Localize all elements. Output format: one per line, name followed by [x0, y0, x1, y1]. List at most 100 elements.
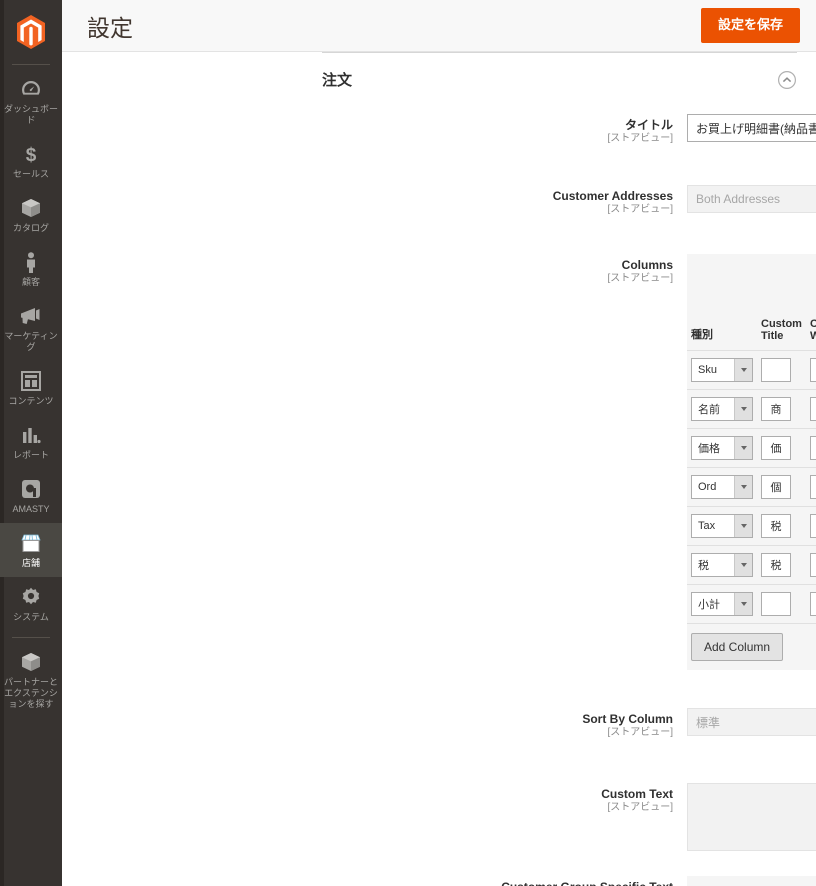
- sidebar-item-dashboard[interactable]: ダッシュボード: [0, 69, 62, 134]
- megaphone-icon: [19, 305, 43, 327]
- row-custom-width-input[interactable]: [809, 514, 816, 538]
- sidebar-item-marketing[interactable]: マーケティング: [0, 296, 62, 361]
- sidebar-item-label: セールス: [12, 169, 49, 179]
- field-label-custom-text: Custom Text [ストアビュー]: [322, 783, 687, 814]
- cell-type: Sku: [687, 350, 757, 390]
- row-custom-title-input[interactable]: [761, 436, 791, 460]
- row-type-select[interactable]: Sku: [691, 358, 753, 382]
- table-row: Ord Aut: [687, 467, 816, 507]
- chevron-down-icon[interactable]: [734, 554, 752, 576]
- field-row-custom-text: Custom Text [ストアビュー] ? ウェブサ: [322, 783, 816, 854]
- box-icon: [20, 197, 42, 219]
- field-label-customer-group-specific-text: Customer Group Specific Text [ストアビュー]: [322, 876, 687, 886]
- sidebar-item-stores[interactable]: 店舗: [0, 523, 62, 577]
- cell-custom-title: [757, 350, 806, 390]
- select-value: 税: [698, 560, 709, 572]
- row-type-select[interactable]: 価格: [691, 436, 753, 460]
- sidebar-item-label: 店舗: [21, 558, 40, 568]
- row-custom-title-input[interactable]: [761, 553, 791, 577]
- add-column-button[interactable]: Add Column: [691, 633, 784, 661]
- chevron-down-icon[interactable]: [734, 437, 752, 459]
- row-custom-width-input[interactable]: [809, 358, 816, 382]
- sidebar-item-find-partners[interactable]: パートナーとエクステンションを探す: [0, 642, 62, 718]
- page-title: 設定: [87, 14, 133, 41]
- table-row: 価格 Aut: [687, 428, 816, 468]
- chevron-down-icon[interactable]: [734, 593, 752, 615]
- page-header: 設定 設定を保存: [62, 0, 816, 52]
- chevron-down-icon[interactable]: [734, 476, 752, 498]
- sidebar-item-label: パートナーとエクステンションを探す: [3, 677, 58, 709]
- table-row: Tax Aut: [687, 506, 816, 546]
- sidebar-item-reports[interactable]: レポート: [0, 415, 62, 469]
- columns-table-footer-row: Add Column: [687, 623, 816, 670]
- row-custom-title-input[interactable]: [761, 514, 791, 538]
- customer-group-table: グループ コンテンツ アクション: [687, 876, 816, 886]
- main-area: 設定 設定を保存 注文 タイトル [ストアビュー] お買上げ明細書(納品書) C…: [62, 0, 816, 886]
- label-scope: [ストアビュー]: [607, 133, 673, 144]
- row-type-select[interactable]: Tax: [691, 514, 753, 538]
- sidebar-divider-top: [12, 64, 50, 65]
- row-custom-width-input[interactable]: [809, 397, 816, 421]
- custom-text-textarea[interactable]: [687, 783, 816, 851]
- row-custom-title-input[interactable]: [761, 475, 791, 499]
- label-text: Customer Addresses: [552, 189, 673, 203]
- field-row-columns: Columns [ストアビュー] 種別 Custom Title Custom …: [322, 254, 816, 670]
- select-value: Ord: [698, 481, 717, 493]
- label-text: Customer Group Specific Text: [322, 880, 673, 886]
- row-custom-width-input[interactable]: [809, 592, 816, 616]
- table-row: 名前 Left: [687, 389, 816, 429]
- chevron-up-circle-icon[interactable]: [777, 70, 797, 90]
- row-type-select[interactable]: 税: [691, 553, 753, 577]
- row-custom-width-input[interactable]: [809, 436, 816, 460]
- section-title: 注文: [322, 72, 353, 89]
- row-type-select[interactable]: 名前: [691, 397, 753, 421]
- cell-type: 税: [687, 545, 757, 585]
- sidebar-item-amasty[interactable]: AMASTY: [0, 469, 62, 523]
- cell-custom-title: [757, 584, 806, 624]
- chevron-down-icon[interactable]: [734, 515, 752, 537]
- sidebar-item-system[interactable]: システム: [0, 577, 62, 631]
- cell-custom-title: [757, 506, 806, 546]
- row-custom-width-input[interactable]: [809, 553, 816, 577]
- sidebar-item-catalog[interactable]: カタログ: [0, 188, 62, 242]
- row-type-select[interactable]: Ord: [691, 475, 753, 499]
- order-section: 注文 タイトル [ストアビュー] お買上げ明細書(納品書) Customer A…: [322, 52, 816, 886]
- sidebar-item-content[interactable]: コンテンツ: [0, 361, 62, 415]
- customer-addresses-select[interactable]: Both Addresses: [687, 185, 816, 213]
- col-header-custom-width: Custom Width: [805, 254, 816, 351]
- select-value: 小計: [698, 599, 720, 611]
- row-custom-title-input[interactable]: [761, 397, 791, 421]
- dashboard-icon: [21, 78, 41, 100]
- sidebar-item-customers[interactable]: 顧客: [0, 242, 62, 296]
- chevron-down-icon[interactable]: [734, 359, 752, 381]
- field-label-customer-addresses: Customer Addresses [ストアビュー]: [322, 185, 687, 216]
- sidebar-item-sales[interactable]: $ セールス: [0, 134, 62, 188]
- magento-logo[interactable]: [0, 0, 62, 58]
- row-custom-title-input[interactable]: [761, 592, 791, 616]
- row-type-select[interactable]: 小計: [691, 592, 753, 616]
- save-config-button[interactable]: 設定を保存: [700, 8, 800, 43]
- section-header[interactable]: 注文: [322, 53, 797, 102]
- title-input[interactable]: [687, 114, 816, 142]
- field-control-title: [687, 114, 816, 142]
- field-label-columns: Columns [ストアビュー]: [322, 254, 687, 285]
- main-sidebar: ダッシュボード $ セールス カタログ 顧客 マーケティング コンテンツ レポー…: [0, 0, 62, 886]
- label-text: Custom Text: [601, 787, 673, 801]
- sort-by-column-select[interactable]: 標準: [687, 708, 816, 736]
- field-control-customer-group-specific-text: グループ コンテンツ アクション: [687, 876, 816, 886]
- person-icon: [24, 251, 38, 273]
- field-row-customer-group-specific-text: Customer Group Specific Text [ストアビュー] グル…: [322, 876, 816, 886]
- label-scope: [ストアビュー]: [607, 273, 673, 284]
- cg-header-content: コンテンツ: [777, 876, 816, 886]
- chevron-down-icon[interactable]: [734, 398, 752, 420]
- cell-type: Ord: [687, 467, 757, 507]
- cell-custom-title: [757, 428, 806, 468]
- row-custom-width-input[interactable]: [809, 475, 816, 499]
- sidebar-item-label: システム: [13, 612, 49, 622]
- cell-custom-title: [757, 389, 806, 429]
- label-scope: [ストアビュー]: [607, 204, 673, 215]
- sidebar-item-label: コンテンツ: [8, 396, 54, 406]
- columns-help-row: ?: [322, 677, 797, 698]
- cell-custom-width: [805, 428, 816, 468]
- row-custom-title-input[interactable]: [761, 358, 791, 382]
